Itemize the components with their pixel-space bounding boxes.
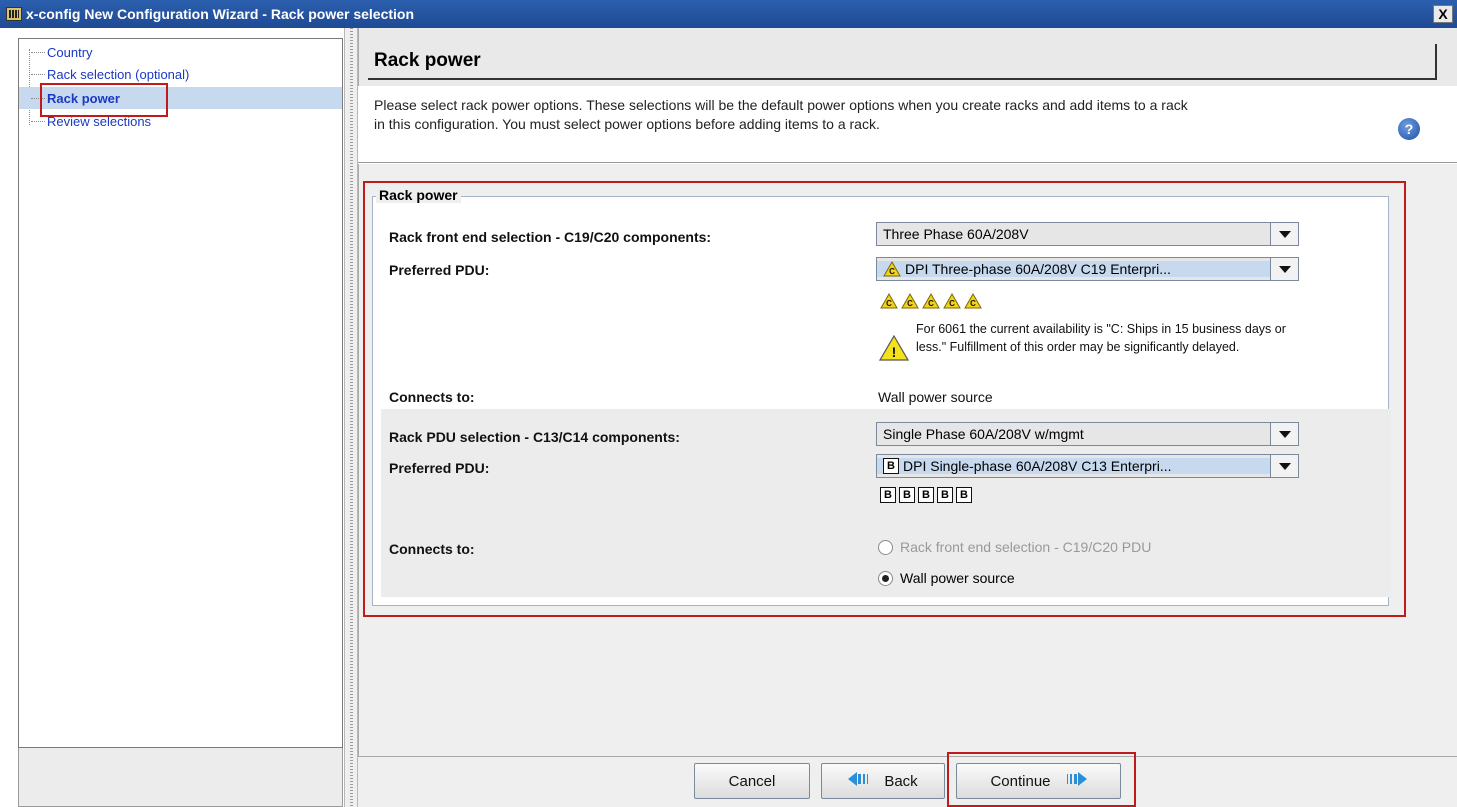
- pdu-selection-pdu-value: DPI Single-phase 60A/208V C13 Enterpri..…: [903, 458, 1172, 474]
- back-arrow-icon: [848, 771, 878, 791]
- pdu-selection-value: Single Phase 60A/208V w/mgmt: [883, 426, 1084, 442]
- availability-b-icon: B: [937, 487, 953, 503]
- back-button-label: Back: [884, 772, 918, 790]
- radio-label: Rack front end selection - C19/C20 PDU: [900, 539, 1152, 555]
- radio-wall-power[interactable]: Wall power source: [878, 570, 1015, 586]
- badge-text: C: [889, 267, 895, 276]
- chevron-down-icon[interactable]: [1270, 455, 1298, 477]
- help-icon[interactable]: ?: [1398, 118, 1420, 140]
- front-end-pdu-value: DPI Three-phase 60A/208V C19 Enterpri...: [905, 261, 1171, 277]
- badge-text: C: [886, 299, 892, 308]
- header-divider: [358, 162, 1457, 163]
- annotation-highlight-rack-power: [40, 83, 168, 117]
- panel-splitter[interactable]: [344, 28, 358, 807]
- close-button[interactable]: X: [1433, 5, 1453, 23]
- badge-text: C: [949, 299, 955, 308]
- tree-item-country[interactable]: Country: [31, 41, 343, 63]
- front-end-value: Three Phase 60A/208V: [883, 226, 1029, 242]
- front-end-connects-label: Connects to:: [389, 389, 475, 405]
- availability-b-icon: B: [956, 487, 972, 503]
- pdu-selection-label: Rack PDU selection - C13/C14 components:: [389, 429, 680, 445]
- cancel-button[interactable]: Cancel: [694, 763, 810, 799]
- cancel-button-label: Cancel: [728, 772, 776, 790]
- availability-b-icon: B: [899, 487, 915, 503]
- chevron-down-icon[interactable]: [1270, 258, 1298, 280]
- tree-item-label: Country: [47, 44, 93, 60]
- svg-text:!: !: [892, 344, 897, 360]
- badge-text: C: [907, 299, 913, 308]
- pdu-selection-pdu-select[interactable]: B DPI Single-phase 60A/208V C13 Enterpri…: [876, 454, 1299, 478]
- availability-c-icon: C: [880, 293, 898, 309]
- title-underline: [368, 78, 1437, 80]
- availability-c-icon: C: [883, 261, 901, 277]
- availability-c-icon: C: [943, 293, 961, 309]
- tree-item-label: Rack selection (optional): [47, 66, 190, 82]
- badge-text: C: [928, 299, 934, 308]
- radio-label: Wall power source: [900, 570, 1015, 586]
- tree-item-rack-selection[interactable]: Rack selection (optional): [31, 63, 343, 85]
- front-end-label: Rack front end selection - C19/C20 compo…: [389, 229, 712, 245]
- availability-warning-text: For 6061 the current availability is "C:…: [916, 322, 1286, 354]
- front-end-connects-value: Wall power source: [878, 389, 993, 405]
- front-end-pdu-select[interactable]: C DPI Three-phase 60A/208V C19 Enterpri.…: [876, 257, 1299, 281]
- availability-c-icon: C: [964, 293, 982, 309]
- window-title-bar: x-config New Configuration Wizard - Rack…: [0, 0, 1457, 28]
- back-button[interactable]: Back: [821, 763, 945, 799]
- availability-c-icon: C: [922, 293, 940, 309]
- pdu-selection-select[interactable]: Single Phase 60A/208V w/mgmt: [876, 422, 1299, 446]
- page-title: Rack power: [374, 50, 481, 71]
- front-end-availability-badges: CCCCC: [880, 293, 982, 309]
- left-panel-footer: [18, 748, 343, 807]
- badge-text: C: [970, 299, 976, 308]
- radio-button[interactable]: [878, 539, 893, 555]
- availability-b-icon: B: [880, 487, 896, 503]
- rack-power-group-title: Rack power: [376, 187, 461, 203]
- intro-text: Please select rack power options. These …: [374, 97, 1188, 132]
- availability-b-icon: B: [918, 487, 934, 503]
- wizard-steps-tree: Country Rack selection (optional) Rack p…: [18, 38, 343, 748]
- title-rule-edge: [1435, 44, 1437, 80]
- annotation-highlight-continue: [947, 752, 1136, 807]
- radio-front-end-pdu[interactable]: Rack front end selection - C19/C20 PDU: [878, 539, 1151, 555]
- app-icon: [6, 7, 22, 21]
- window-title: x-config New Configuration Wizard - Rack…: [26, 6, 415, 22]
- warning-icon: !: [878, 334, 910, 364]
- availability-b-icon: B: [883, 458, 899, 474]
- availability-c-icon: C: [901, 293, 919, 309]
- pdu-connects-label: Connects to:: [389, 541, 475, 557]
- chevron-down-icon[interactable]: [1270, 423, 1298, 445]
- pdu-selection-pdu-label: Preferred PDU:: [389, 460, 490, 476]
- chevron-down-icon[interactable]: [1270, 223, 1298, 245]
- front-end-pdu-label: Preferred PDU:: [389, 262, 490, 278]
- pdu-availability-badges: BBBBB: [880, 487, 972, 503]
- front-end-select[interactable]: Three Phase 60A/208V: [876, 222, 1299, 246]
- radio-button[interactable]: [878, 570, 893, 586]
